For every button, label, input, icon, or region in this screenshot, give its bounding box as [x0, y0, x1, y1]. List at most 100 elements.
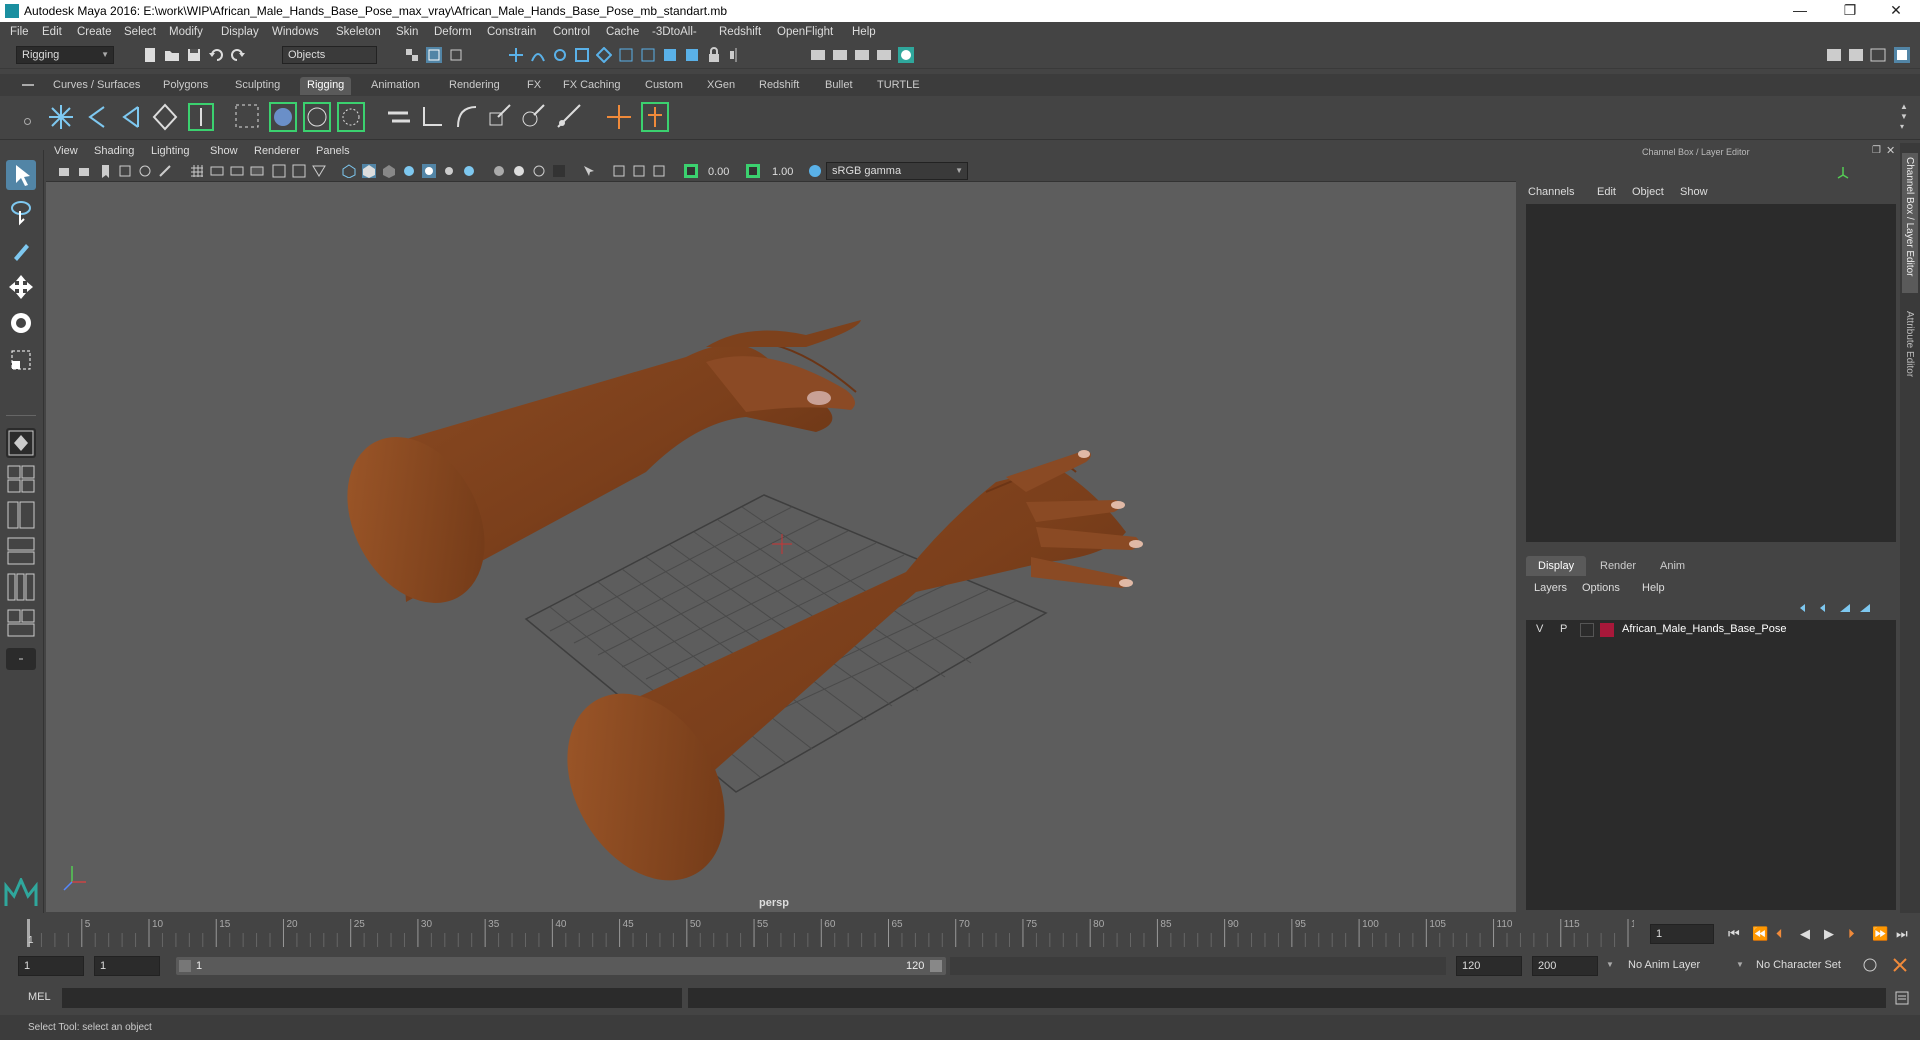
hypershade-icon[interactable]	[898, 47, 914, 63]
animation-preferences-icon[interactable]	[1892, 957, 1908, 973]
menu-set-dropdown[interactable]: Rigging ▼	[16, 46, 114, 64]
step-back-key-icon[interactable]: ⏪	[1752, 926, 1768, 942]
select-hierarchy-icon[interactable]	[404, 47, 420, 63]
animation-start-field[interactable]: 1	[18, 956, 84, 976]
playback-start-field[interactable]: 1	[94, 956, 160, 976]
tab-rendering[interactable]: Rendering	[442, 77, 507, 95]
screen-space-ao-icon[interactable]	[462, 164, 476, 178]
move-layer-up-icon[interactable]	[1798, 602, 1812, 614]
tab-curves-surfaces[interactable]: Curves / Surfaces	[46, 77, 147, 95]
camera-attributes-icon[interactable]	[78, 164, 92, 178]
textured-icon[interactable]	[402, 164, 416, 178]
snap-surface-icon[interactable]	[596, 47, 612, 63]
menu-modify[interactable]: Modify	[169, 26, 203, 38]
smooth-bind-icon[interactable]	[186, 101, 216, 133]
new-layer-icon[interactable]	[1838, 602, 1852, 614]
command-language-toggle[interactable]: MEL	[28, 991, 51, 1003]
current-frame-field[interactable]: 1	[1650, 924, 1714, 944]
select-tool-icon[interactable]	[6, 160, 36, 190]
menu-control[interactable]: Control	[553, 26, 590, 38]
vp-menu-renderer[interactable]: Renderer	[254, 145, 300, 157]
point-constraint-icon[interactable]	[418, 101, 448, 133]
safe-title-icon[interactable]	[312, 164, 326, 178]
multisample-aa-icon[interactable]	[512, 164, 526, 178]
snap-view-plane-icon[interactable]	[574, 47, 590, 63]
field-chart-icon[interactable]	[272, 164, 286, 178]
shelf-scroll-icon[interactable]: ▲ ▼ ▾	[1900, 102, 1910, 132]
wireframe-icon[interactable]	[342, 164, 356, 178]
ik-handle-icon[interactable]	[82, 101, 112, 133]
menu-skin[interactable]: Skin	[396, 26, 418, 38]
gamma-value[interactable]: 1.00	[772, 166, 793, 178]
auto-key-icon[interactable]	[1862, 957, 1878, 973]
ik-spline-icon[interactable]	[116, 101, 146, 133]
range-slider[interactable]: 1 120	[176, 957, 946, 975]
animation-end-field[interactable]: 200	[1532, 956, 1598, 976]
channel-list[interactable]	[1526, 204, 1896, 542]
scale-tool-icon[interactable]	[6, 345, 36, 375]
channel-box-toggle-icon[interactable]	[1894, 47, 1910, 63]
play-forward-icon[interactable]: ▶	[1824, 926, 1834, 942]
play-backward-icon[interactable]: ◀	[1800, 926, 1810, 942]
move-tool-icon[interactable]	[6, 271, 36, 301]
locator-icon[interactable]	[604, 101, 634, 133]
ipr-render-icon[interactable]	[854, 47, 870, 63]
panel-layout-icon[interactable]	[1848, 47, 1864, 63]
2d-pan-zoom-icon[interactable]	[138, 164, 152, 178]
menu-openflight[interactable]: OpenFlight	[777, 26, 833, 38]
lock-icon[interactable]	[706, 47, 722, 63]
symmetry-icon[interactable]	[728, 47, 744, 63]
cb-menu-show[interactable]: Show	[1680, 186, 1708, 198]
time-slider[interactable]: 5 10 15 20 25 30 35 40 45 50 55 60 65 70 75 80 85 90 95 100…	[0, 913, 1920, 951]
anim-layer-dropdown[interactable]: No Anim Layer	[1622, 956, 1742, 976]
film-gate-icon[interactable]	[210, 164, 224, 178]
exposure-value[interactable]: 0.00	[708, 166, 729, 178]
isolate-select-icon[interactable]	[582, 164, 596, 178]
bookmark-icon[interactable]	[98, 164, 112, 178]
undo-icon[interactable]	[208, 47, 224, 63]
render-frame-icon[interactable]	[832, 47, 848, 63]
cb-menu-edit[interactable]: Edit	[1597, 186, 1616, 198]
float-panel-icon[interactable]: ❐	[1872, 145, 1881, 156]
go-to-end-icon[interactable]: ⏭	[1896, 926, 1908, 942]
menu-select[interactable]: Select	[124, 26, 156, 38]
parent-constraint-icon[interactable]	[384, 101, 414, 133]
persp-outliner-layout-icon[interactable]	[6, 500, 36, 530]
menu-help[interactable]: Help	[852, 26, 876, 38]
wireframe-on-shaded-icon[interactable]	[382, 164, 396, 178]
snap-projected-icon[interactable]	[662, 47, 678, 63]
exposure-icon[interactable]	[684, 164, 698, 178]
render-settings-icon[interactable]	[876, 47, 892, 63]
menu-redshift[interactable]: Redshift	[719, 26, 761, 38]
safe-action-icon[interactable]	[292, 164, 306, 178]
depth-of-field-icon[interactable]	[532, 164, 546, 178]
select-object-icon[interactable]	[426, 47, 442, 63]
tab-animation[interactable]: Animation	[364, 77, 427, 95]
snap-center-icon[interactable]	[640, 47, 656, 63]
vp-menu-lighting[interactable]: Lighting	[151, 145, 190, 157]
menu-3dtoall[interactable]: -3DtoAll-	[652, 26, 697, 38]
grease-pencil-icon[interactable]	[158, 164, 172, 178]
xray-joints-icon[interactable]	[612, 164, 626, 178]
snap-curve-icon[interactable]	[530, 47, 546, 63]
rotate-tool-icon[interactable]	[6, 308, 36, 338]
restore-button[interactable]: ❐	[1830, 2, 1870, 19]
tab-turtle[interactable]: TURTLE	[870, 77, 927, 95]
step-forward-frame-icon[interactable]: ⏵	[1848, 926, 1855, 942]
close-panel-icon[interactable]: ✕	[1886, 144, 1895, 157]
paint-select-icon[interactable]	[6, 234, 36, 264]
workspace-icon[interactable]	[1826, 47, 1842, 63]
hik-character-icon[interactable]	[640, 101, 670, 133]
joint-tool-icon[interactable]	[46, 101, 76, 133]
menu-skeleton[interactable]: Skeleton	[336, 26, 381, 38]
save-scene-icon[interactable]	[186, 47, 202, 63]
tab-anim[interactable]: Anim	[1660, 560, 1685, 572]
menu-constrain[interactable]: Constrain	[487, 26, 536, 38]
orient-constraint-icon[interactable]	[452, 101, 482, 133]
range-start-handle[interactable]	[179, 960, 191, 972]
menu-display[interactable]: Display	[221, 26, 259, 38]
menu-deform[interactable]: Deform	[434, 26, 472, 38]
character-set-dropdown[interactable]: No Character Set	[1750, 956, 1870, 976]
wrap-deformer-icon[interactable]	[302, 101, 332, 133]
snap-grid-icon[interactable]	[508, 47, 524, 63]
